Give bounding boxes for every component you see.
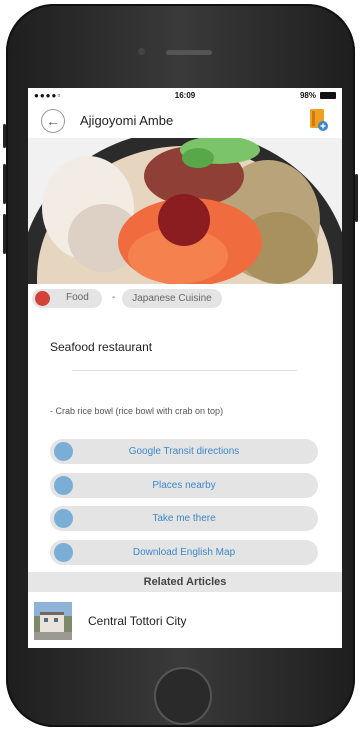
places-nearby-button[interactable]: Places nearby <box>50 473 318 498</box>
cuisine-tag[interactable]: Japanese Cuisine <box>122 289 222 308</box>
app-header: ← Ajigoyomi Ambe <box>28 104 342 139</box>
tag-separator: - <box>112 292 116 303</box>
guidebook-add-icon[interactable] <box>308 108 328 132</box>
volume-up-button <box>3 164 6 204</box>
section-divider <box>72 370 297 371</box>
food-tag-label: Food <box>66 292 89 303</box>
restaurant-photo <box>28 138 342 284</box>
status-bar: ●●●●▫ 16:09 98% <box>28 88 342 104</box>
volume-down-button <box>3 214 6 254</box>
battery-percentage: 98% <box>299 91 316 100</box>
download-map-button[interactable]: Download English Map <box>50 540 318 565</box>
related-article-item[interactable]: Central Tottori City <box>28 592 342 648</box>
description-text: Seafood restaurant <box>50 340 153 354</box>
back-button[interactable]: ← <box>41 109 65 133</box>
download-map-label: Download English Map <box>132 547 236 558</box>
front-camera <box>138 48 145 55</box>
back-arrow-icon: ← <box>46 113 60 129</box>
power-button <box>355 174 358 222</box>
take-me-there-button[interactable]: Take me there <box>50 506 318 531</box>
google-transit-label: Google Transit directions <box>128 446 240 457</box>
battery-icon <box>320 92 336 99</box>
detail-text: - Crab rice bowl (rice bowl with crab on… <box>50 406 224 416</box>
take-me-there-label: Take me there <box>152 513 216 524</box>
food-tag[interactable]: Food <box>32 289 102 308</box>
places-nearby-label: Places nearby <box>152 480 216 491</box>
earpiece-speaker <box>166 50 212 55</box>
food-category-icon <box>35 291 50 306</box>
status-time: 16:09 <box>174 91 196 100</box>
article-thumbnail <box>34 602 72 640</box>
category-tags: Food - Japanese Cuisine <box>28 284 342 312</box>
related-articles-heading: Related Articles <box>28 572 342 592</box>
home-button[interactable] <box>154 667 212 725</box>
page-title: Ajigoyomi Ambe <box>80 113 174 128</box>
article-title: Central Tottori City <box>88 614 187 628</box>
app-screen: ●●●●▫ 16:09 98% ← Ajigoyomi Ambe Food - … <box>28 88 342 648</box>
google-transit-button[interactable]: Google Transit directions <box>50 439 318 464</box>
mute-switch <box>3 124 6 148</box>
